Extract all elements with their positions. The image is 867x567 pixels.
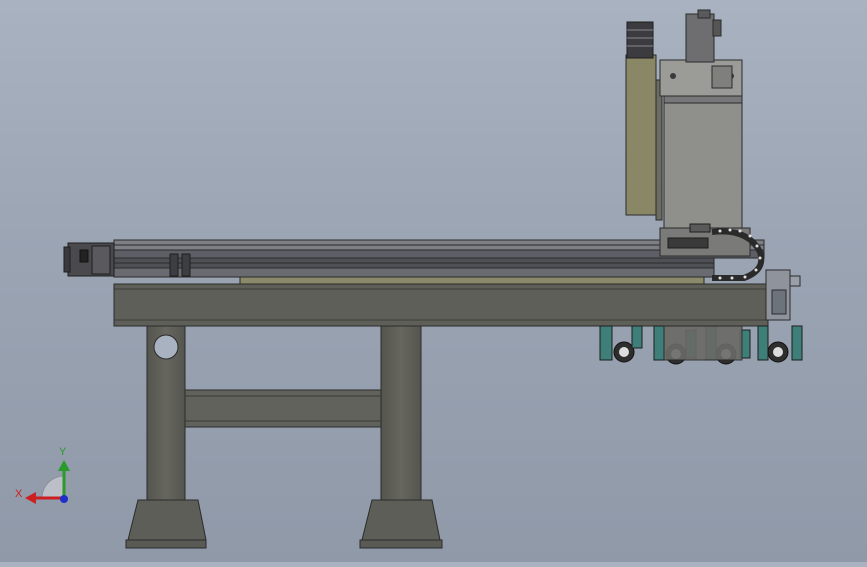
caster-wheel [599, 325, 643, 363]
right-end-block [765, 269, 801, 321]
rail-clamp [169, 253, 179, 277]
z-motor [626, 21, 654, 59]
x-axis-motor [63, 242, 115, 277]
cad-viewport[interactable]: Y X [0, 0, 867, 562]
triad-y-label: Y [59, 446, 67, 458]
right-foot [361, 499, 441, 541]
caster-wheels [599, 325, 803, 365]
machine-base-frame [125, 324, 443, 549]
z-axis-dot-icon [60, 495, 68, 503]
right-foot-plate [359, 539, 443, 549]
left-foot [127, 499, 207, 541]
y-axis-arrow-icon [58, 460, 70, 471]
triad-plane-icon [41, 475, 65, 499]
axis-triad[interactable]: Y X [15, 446, 70, 504]
x-axis-arrow-icon [25, 492, 36, 504]
left-foot-plate [125, 539, 207, 549]
triad-x-label: X [15, 488, 23, 500]
leg-hole [153, 334, 179, 360]
right-leg [380, 324, 422, 524]
rail-clamp [181, 253, 191, 277]
model-canvas[interactable]: Y X [0, 0, 867, 562]
z-axis-panel [625, 54, 657, 216]
rail-base [113, 267, 715, 278]
spindle-housing [663, 94, 743, 231]
gantry-column [625, 9, 751, 257]
caster-wheel [757, 325, 803, 363]
